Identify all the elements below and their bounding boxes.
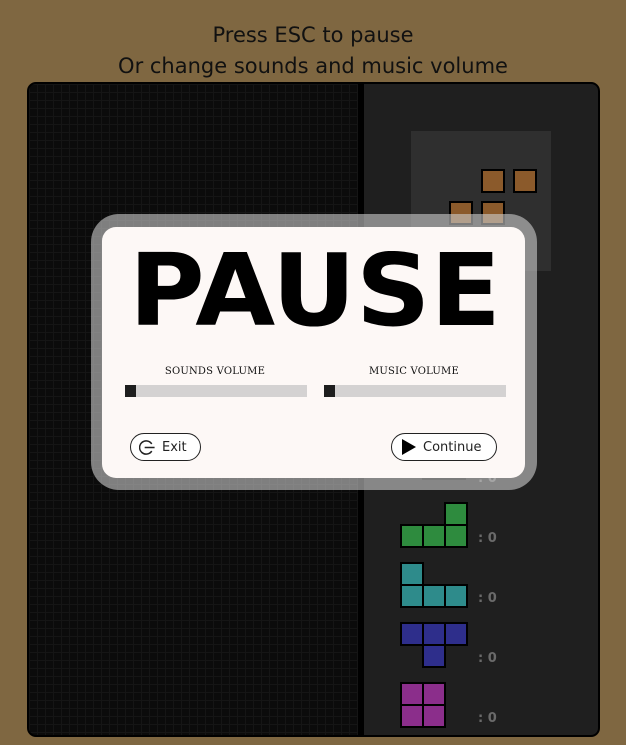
music-volume-thumb[interactable]	[324, 385, 335, 397]
music-volume-slider[interactable]	[324, 385, 506, 397]
piece-count: : 0	[478, 591, 497, 606]
instructions-line-2: Or change sounds and music volume	[118, 54, 508, 78]
continue-button[interactable]: Continue	[391, 433, 497, 461]
piece-count: : 0	[478, 711, 497, 726]
stat-block	[400, 524, 424, 548]
stat-block	[422, 524, 446, 548]
stat-block	[422, 682, 446, 706]
stat-block	[444, 502, 468, 526]
piece-count: : 0	[478, 651, 497, 666]
sounds-volume-thumb[interactable]	[125, 385, 136, 397]
stat-block	[444, 584, 468, 608]
stat-block	[444, 622, 468, 646]
exit-button[interactable]: Exit	[130, 433, 201, 461]
sounds-volume-label: SOUNDS VOLUME	[164, 366, 266, 377]
continue-button-label: Continue	[423, 439, 482, 455]
next-piece-block	[513, 169, 537, 193]
instructions: Press ESC to pause Or change sounds and …	[0, 20, 626, 82]
sounds-volume-slider[interactable]	[125, 385, 307, 397]
next-piece-block	[481, 169, 505, 193]
instructions-line-1: Press ESC to pause	[212, 23, 414, 47]
exit-icon	[139, 439, 155, 455]
stat-block	[422, 704, 446, 728]
stat-block	[422, 622, 446, 646]
stat-block	[400, 584, 424, 608]
stat-block	[400, 562, 424, 586]
play-icon	[402, 439, 416, 455]
piece-count: : 0	[478, 531, 497, 546]
pause-dialog: PAUSE SOUNDS VOLUME MUSIC VOLUME Exit Co…	[102, 227, 525, 478]
stat-block	[422, 644, 446, 668]
stat-block	[400, 622, 424, 646]
stat-block	[422, 584, 446, 608]
stat-block	[400, 704, 424, 728]
pause-title: PAUSE	[129, 251, 501, 331]
stat-block	[400, 682, 424, 706]
stat-block	[444, 524, 468, 548]
exit-button-label: Exit	[162, 439, 187, 455]
music-volume-label: MUSIC VOLUME	[368, 366, 459, 377]
pause-title-text: PAUSE	[129, 251, 501, 331]
